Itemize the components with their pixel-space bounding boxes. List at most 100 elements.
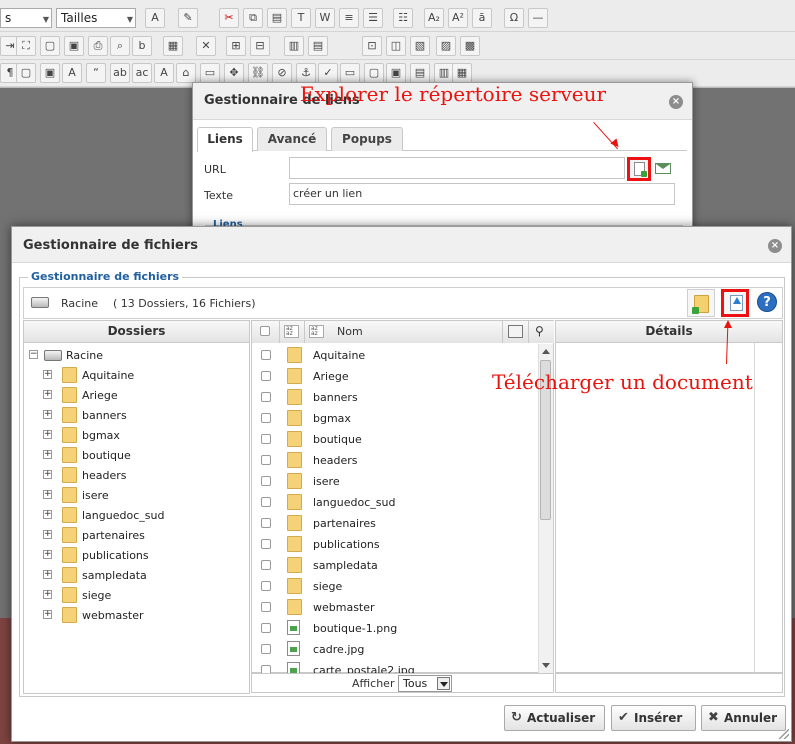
split-cells-icon[interactable]: ◫ [386, 36, 406, 56]
file-list-folder[interactable]: publications [252, 534, 538, 555]
visual-aid-icon[interactable]: ▭ [340, 63, 360, 83]
bullet-list-icon[interactable]: ☷ [393, 8, 413, 28]
row-checkbox[interactable] [261, 350, 271, 360]
image-icon[interactable]: ▦ [163, 36, 183, 56]
clean-icon[interactable]: ✕ [196, 36, 216, 56]
strike-icon[interactable]: A [154, 63, 174, 83]
tab-popups[interactable]: Popups [331, 127, 403, 151]
table-col-icon[interactable]: ▥ [284, 36, 304, 56]
row-checkbox[interactable] [261, 560, 271, 570]
merge-cells-icon[interactable]: ⊡ [362, 36, 382, 56]
subscript-icon[interactable]: A₂ [424, 8, 444, 28]
row-checkbox[interactable] [261, 434, 271, 444]
style-icon[interactable]: ▢ [16, 63, 36, 83]
tree-folder[interactable]: + Ariege [24, 386, 224, 406]
print-icon[interactable]: ⎙ [88, 36, 108, 56]
insert-file-icon[interactable]: ▤ [410, 63, 430, 83]
row-checkbox[interactable] [261, 455, 271, 465]
file-list-file[interactable]: boutique-1.png [252, 618, 538, 639]
row-checkbox[interactable] [261, 518, 271, 528]
tree-folder[interactable]: + partenaires [24, 526, 224, 546]
expand-icon[interactable]: + [43, 610, 52, 619]
file-list-folder[interactable]: webmaster [252, 597, 538, 618]
select-all-checkbox[interactable] [260, 326, 270, 336]
text-color-icon[interactable]: A [145, 8, 165, 28]
replace-icon[interactable]: b [132, 36, 152, 56]
code-icon[interactable]: ▥ [434, 63, 454, 83]
expand-icon[interactable]: + [43, 470, 52, 479]
row-checkbox[interactable] [261, 644, 271, 654]
anchor-icon[interactable]: ⚓ [296, 63, 316, 83]
expand-icon[interactable]: + [43, 530, 52, 539]
file-list-file[interactable]: cadre.jpg [252, 639, 538, 660]
help-button[interactable]: ? [754, 289, 782, 317]
move-icon[interactable]: ✥ [224, 63, 244, 83]
tree-folder[interactable]: + banners [24, 406, 224, 426]
row-checkbox[interactable] [261, 413, 271, 423]
file-list-folder[interactable]: sampledata [252, 555, 538, 576]
row-checkbox[interactable] [261, 539, 271, 549]
tab-liens[interactable]: Liens [197, 127, 253, 152]
name-column-header[interactable]: az az Nom [305, 321, 503, 343]
resize-grip-icon[interactable] [779, 729, 789, 739]
table-props-icon[interactable]: ▧ [410, 36, 430, 56]
table-row-icon[interactable]: ⊟ [250, 36, 270, 56]
numbered-list-icon[interactable]: ☰ [363, 8, 383, 28]
font-size-select[interactable]: Tailles ▼ [56, 8, 136, 28]
file-list-folder[interactable]: partenaires [252, 513, 538, 534]
omega-icon[interactable]: Ω [504, 8, 524, 28]
table-extra-icon[interactable]: ▩ [460, 36, 480, 56]
row-checkbox[interactable] [261, 497, 271, 507]
row-checkbox[interactable] [261, 623, 271, 633]
character-icon[interactable]: ā [472, 8, 492, 28]
align-icon[interactable]: ≡ [339, 8, 359, 28]
scroll-down-icon[interactable] [542, 663, 550, 668]
tree-root[interactable]: − Racine [24, 346, 224, 366]
row-checkbox[interactable] [261, 476, 271, 486]
tree-folder[interactable]: + bgmax [24, 426, 224, 446]
highlight-color-icon[interactable]: ✎ [178, 8, 198, 28]
expand-icon[interactable]: + [43, 450, 52, 459]
file-list-folder[interactable]: boutique [252, 429, 538, 450]
preview-icon[interactable]: ▢ [364, 63, 384, 83]
table-cell-icon[interactable]: ▤ [308, 36, 328, 56]
row-checkbox[interactable] [261, 602, 271, 612]
insert-button[interactable]: ✔ Insérer [611, 705, 696, 731]
layer-icon[interactable]: ▭ [200, 63, 220, 83]
expand-icon[interactable]: + [43, 410, 52, 419]
spellcheck-icon[interactable]: ✓ [318, 63, 338, 83]
tree-folder[interactable]: + webmaster [24, 606, 224, 626]
copy-icon[interactable]: ⧉ [243, 8, 263, 28]
file-list-folder[interactable]: isere [252, 471, 538, 492]
scroll-up-icon[interactable] [542, 349, 550, 354]
tab-avance[interactable]: Avancé [257, 127, 327, 151]
superscript-icon[interactable]: A² [448, 8, 468, 28]
row-checkbox[interactable] [261, 665, 271, 673]
attribs-icon[interactable]: ⌂ [176, 63, 196, 83]
blockquote-icon[interactable]: ▦ [452, 63, 472, 83]
browse-server-button[interactable] [627, 157, 651, 181]
table-delete-icon[interactable]: ▨ [436, 36, 456, 56]
format-select[interactable]: s ▼ [0, 8, 52, 28]
tree-folder[interactable]: + headers [24, 466, 224, 486]
file-list-folder[interactable]: Aquitaine [252, 345, 538, 366]
tree-folder[interactable]: + boutique [24, 446, 224, 466]
tree-folder[interactable]: + isere [24, 486, 224, 506]
expand-icon[interactable]: + [43, 510, 52, 519]
show-filter-select[interactable]: Tous [398, 675, 452, 692]
tree-folder[interactable]: + sampledata [24, 566, 224, 586]
file-list-folder[interactable]: headers [252, 450, 538, 471]
row-checkbox[interactable] [261, 371, 271, 381]
expand-icon[interactable]: + [43, 550, 52, 559]
close-icon[interactable]: × [768, 239, 782, 253]
quote-icon[interactable]: “ [86, 63, 106, 83]
row-checkbox[interactable] [261, 392, 271, 402]
view-mode-cell[interactable] [503, 321, 529, 343]
find-icon[interactable]: ⌕ [110, 36, 130, 56]
tree-folder[interactable]: + siege [24, 586, 224, 606]
cancel-button[interactable]: ✖ Annuler [701, 705, 786, 731]
file-list-folder[interactable]: bgmax [252, 408, 538, 429]
table-icon[interactable]: ⊞ [226, 36, 246, 56]
expand-icon[interactable]: + [43, 430, 52, 439]
text-input[interactable]: créer un lien [289, 183, 675, 205]
